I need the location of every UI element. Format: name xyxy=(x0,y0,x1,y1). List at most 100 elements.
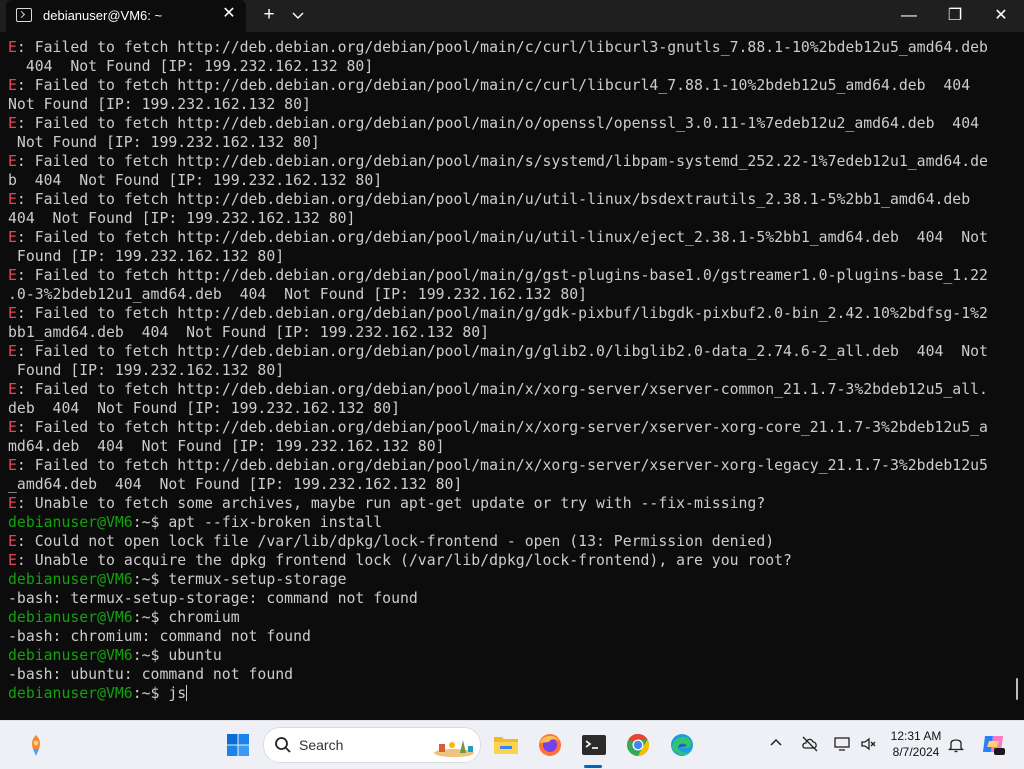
terminal-line: 404 Not Found [IP: 199.232.162.132 80] xyxy=(8,209,1008,228)
terminal-line: _amd64.deb 404 Not Found [IP: 199.232.16… xyxy=(8,475,1008,494)
terminal-line: E: Failed to fetch http://deb.debian.org… xyxy=(8,342,1008,361)
line-text: Found [IP: 199.232.162.132 80] xyxy=(8,362,285,379)
line-text: : Failed to fetch http://deb.debian.org/… xyxy=(16,153,988,170)
clock[interactable]: 12:31 AM 8/7/2024 xyxy=(887,728,945,760)
line-text: : Failed to fetch http://deb.debian.org/… xyxy=(16,419,988,436)
error-prefix: E xyxy=(8,381,17,398)
scrollbar-thumb[interactable] xyxy=(1016,678,1018,700)
error-prefix: E xyxy=(8,343,17,360)
weather-icon[interactable] xyxy=(20,729,52,761)
terminal-line: b 404 Not Found [IP: 199.232.162.132 80] xyxy=(8,171,1008,190)
line-text: : Failed to fetch http://deb.debian.org/… xyxy=(16,229,988,246)
line-text: b 404 Not Found [IP: 199.232.162.132 80] xyxy=(8,172,383,189)
start-icon[interactable] xyxy=(222,729,254,761)
error-prefix: E xyxy=(8,267,17,284)
line-text: : Failed to fetch http://deb.debian.org/… xyxy=(16,343,988,360)
terminal-line: debianuser@VM6:~$ apt --fix-broken insta… xyxy=(8,513,1008,532)
error-prefix: E xyxy=(8,115,17,132)
line-text: deb 404 Not Found [IP: 199.232.162.132 8… xyxy=(8,400,400,417)
terminal-line: debianuser@VM6:~$ js xyxy=(8,684,1008,703)
prompt-path: :~ xyxy=(132,609,151,626)
cloud-offline-icon[interactable] xyxy=(801,735,819,753)
error-prefix: E xyxy=(8,229,17,246)
clock-date: 8/7/2024 xyxy=(892,745,940,759)
terminal-line: debianuser@VM6:~$ chromium xyxy=(8,608,1008,627)
firefox-icon[interactable] xyxy=(534,729,566,761)
error-prefix: E xyxy=(8,153,17,170)
terminal-line: bb1_amd64.deb 404 Not Found [IP: 199.232… xyxy=(8,323,1008,342)
error-prefix: E xyxy=(8,457,17,474)
line-text: : Failed to fetch http://deb.debian.org/… xyxy=(16,305,988,322)
search-placeholder: Search xyxy=(299,737,344,753)
prompt-path: :~ xyxy=(132,685,151,702)
chevron-down-icon[interactable] xyxy=(290,6,306,24)
terminal-line: E: Failed to fetch http://deb.debian.org… xyxy=(8,38,1008,57)
speaker-muted-icon[interactable] xyxy=(860,735,878,753)
minimize-button[interactable]: — xyxy=(886,0,932,32)
line-text: : Failed to fetch http://deb.debian.org/… xyxy=(16,457,988,474)
line-text: : Unable to acquire the dpkg frontend lo… xyxy=(16,552,792,569)
line-text: _amd64.deb 404 Not Found [IP: 199.232.16… xyxy=(8,476,463,493)
edge-icon[interactable] xyxy=(666,729,698,761)
terminal-line: E: Failed to fetch http://deb.debian.org… xyxy=(8,418,1008,437)
prompt-path: :~ xyxy=(132,647,151,664)
terminal-line: deb 404 Not Found [IP: 199.232.162.132 8… xyxy=(8,399,1008,418)
terminal-line: E: Failed to fetch http://deb.debian.org… xyxy=(8,456,1008,475)
terminal-line: E: Failed to fetch http://deb.debian.org… xyxy=(8,152,1008,171)
line-text: : Failed to fetch http://deb.debian.org/… xyxy=(16,77,971,94)
line-text: -bash: chromium: command not found xyxy=(8,628,311,645)
line-text: : Failed to fetch http://deb.debian.org/… xyxy=(16,267,988,284)
terminal-line: E: Unable to acquire the dpkg frontend l… xyxy=(8,551,1008,570)
show-hidden-icons-chevron-up-icon[interactable] xyxy=(768,735,784,751)
terminal-line: E: Failed to fetch http://deb.debian.org… xyxy=(8,380,1008,399)
terminal-line: 404 Not Found [IP: 199.232.162.132 80] xyxy=(8,57,1008,76)
line-text: Not Found [IP: 199.232.162.132 80] xyxy=(8,96,311,113)
tab-title: debianuser@VM6: ~ xyxy=(43,8,163,23)
chrome-icon[interactable] xyxy=(622,729,654,761)
maximize-button[interactable]: ❐ xyxy=(932,0,978,32)
tab-close-icon[interactable]: ✕ xyxy=(220,5,238,23)
terminal-line: E: Failed to fetch http://deb.debian.org… xyxy=(8,76,1008,95)
terminal-line: E: Failed to fetch http://deb.debian.org… xyxy=(8,114,1008,133)
error-prefix: E xyxy=(8,305,17,322)
terminal-line: E: Failed to fetch http://deb.debian.org… xyxy=(8,266,1008,285)
line-text: .0-3%2bdeb12u1_amd64.deb 404 Not Found [… xyxy=(8,286,588,303)
error-prefix: E xyxy=(8,533,17,550)
error-prefix: E xyxy=(8,191,17,208)
search-icon xyxy=(274,736,292,754)
terminal-line: debianuser@VM6:~$ ubuntu xyxy=(8,646,1008,665)
terminal-tab-icon xyxy=(16,8,32,22)
terminal-line: -bash: termux-setup-storage: command not… xyxy=(8,589,1008,608)
line-text: : Could not open lock file /var/lib/dpkg… xyxy=(16,533,775,550)
line-text: 404 Not Found [IP: 199.232.162.132 80] xyxy=(8,210,356,227)
prompt-command: $ ubuntu xyxy=(150,647,222,664)
line-text: Not Found [IP: 199.232.162.132 80] xyxy=(8,134,320,151)
terminal-icon[interactable] xyxy=(578,729,610,761)
prompt-command: $ chromium xyxy=(150,609,240,626)
title-bar: debianuser@VM6: ~ ✕ + — ❐ ✕ xyxy=(0,0,1024,32)
copilot-icon[interactable] xyxy=(980,731,1006,757)
prompt-user: debianuser@VM6 xyxy=(8,609,133,626)
prompt-path: :~ xyxy=(132,571,151,588)
close-window-button[interactable]: ✕ xyxy=(978,0,1024,32)
display-icon[interactable] xyxy=(833,735,851,753)
line-text: : Failed to fetch http://deb.debian.org/… xyxy=(16,191,971,208)
prompt-command: $ apt --fix-broken install xyxy=(150,514,383,531)
new-tab-button[interactable]: + xyxy=(259,4,279,26)
terminal-line: debianuser@VM6:~$ termux-setup-storage xyxy=(8,570,1008,589)
prompt-command: $ js xyxy=(150,685,187,702)
terminal-line: Not Found [IP: 199.232.162.132 80] xyxy=(8,95,1008,114)
taskbar-search[interactable]: Search xyxy=(263,727,481,763)
prompt-user: debianuser@VM6 xyxy=(8,685,133,702)
text-cursor xyxy=(186,685,188,701)
terminal-output[interactable]: E: Failed to fetch http://deb.debian.org… xyxy=(8,38,1008,718)
prompt-user: debianuser@VM6 xyxy=(8,571,133,588)
line-text: Found [IP: 199.232.162.132 80] xyxy=(8,248,285,265)
terminal-tab[interactable]: debianuser@VM6: ~ ✕ xyxy=(6,0,246,32)
terminal-line: E: Failed to fetch http://deb.debian.org… xyxy=(8,304,1008,323)
prompt-command: $ termux-setup-storage xyxy=(150,571,347,588)
file-explorer-icon[interactable] xyxy=(490,729,522,761)
error-prefix: E xyxy=(8,419,17,436)
notification-bell-icon[interactable] xyxy=(947,735,965,753)
taskbar: Search 12:31 AM 8/7/2024 xyxy=(0,720,1024,769)
